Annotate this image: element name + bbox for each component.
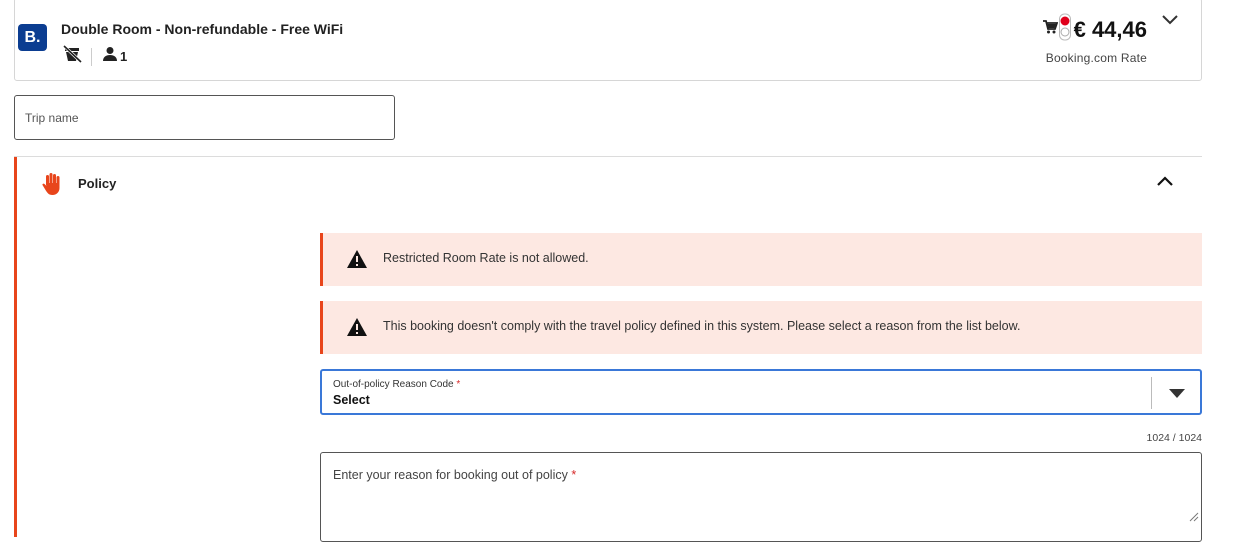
reason-code-label-text: Out-of-policy Reason Code xyxy=(333,379,454,390)
price-block: € 44,46 Booking.com Rate xyxy=(1042,13,1147,65)
chevron-up-icon[interactable] xyxy=(1156,174,1174,193)
reason-code-select[interactable]: Out-of-policy Reason Code * Select xyxy=(320,369,1202,415)
amenity-separator xyxy=(91,47,92,66)
dropdown-arrow-icon[interactable] xyxy=(1168,386,1186,404)
required-mark: * xyxy=(456,379,461,390)
alert-message: This booking doesn't comply with the tra… xyxy=(383,319,1021,333)
reason-textarea[interactable]: Enter your reason for booking out of pol… xyxy=(320,452,1202,542)
policy-accent-bar xyxy=(14,157,17,537)
policy-divider xyxy=(14,156,1202,157)
select-divider xyxy=(1151,377,1152,409)
room-card[interactable]: B. Double Room - Non-refundable - Free W… xyxy=(14,0,1202,81)
policy-title: Policy xyxy=(78,176,117,191)
cart-icon xyxy=(1042,19,1058,40)
policy-alert: Restricted Room Rate is not allowed. xyxy=(320,233,1202,286)
room-title: Double Room - Non-refundable - Free WiFi xyxy=(61,21,344,37)
person-icon xyxy=(102,46,118,67)
room-price: € 44,46 xyxy=(1073,16,1147,42)
reason-textarea-placeholder: Enter your reason for booking out of pol… xyxy=(333,468,568,482)
trip-name-input[interactable] xyxy=(14,95,395,140)
warning-icon xyxy=(346,249,368,274)
reason-textarea-label: Enter your reason for booking out of pol… xyxy=(333,468,576,482)
resize-handle-icon[interactable] xyxy=(1189,509,1199,527)
character-counter: 1024 / 1024 xyxy=(1146,432,1202,444)
policy-alert: This booking doesn't comply with the tra… xyxy=(320,301,1202,354)
rate-label: Booking.com Rate xyxy=(1045,51,1147,65)
warning-icon xyxy=(346,317,368,342)
no-breakfast-icon xyxy=(62,44,83,68)
provider-logo-text: B. xyxy=(24,29,41,46)
reason-code-label: Out-of-policy Reason Code * xyxy=(333,379,460,390)
reason-code-value: Select xyxy=(333,393,370,407)
chevron-down-icon[interactable] xyxy=(1161,13,1179,32)
guest-count: 1 xyxy=(120,49,128,64)
room-amenities: 1 xyxy=(62,44,128,68)
traffic-light-icon xyxy=(1058,13,1072,46)
alert-message: Restricted Room Rate is not allowed. xyxy=(383,251,589,265)
stop-hand-icon xyxy=(42,172,64,201)
required-mark: * xyxy=(571,468,577,482)
booking-com-logo: B. xyxy=(18,24,47,51)
